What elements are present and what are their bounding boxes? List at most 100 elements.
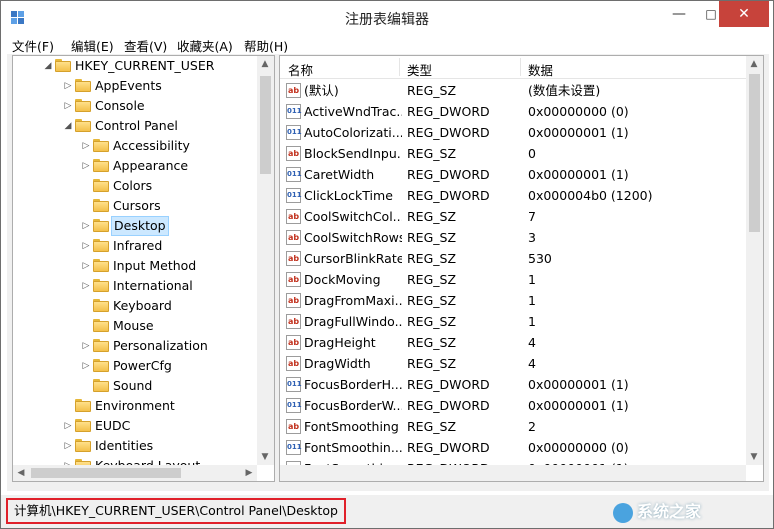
value-type: REG_SZ xyxy=(407,209,457,224)
value-name: FontSmoothing xyxy=(304,419,399,434)
column-divider[interactable] xyxy=(520,58,521,76)
minimize-button[interactable]: — xyxy=(663,1,695,27)
menu-favorites[interactable]: 收藏夹(A) xyxy=(177,36,233,55)
table-row[interactable]: ab DragFromMaxi... REG_SZ 1 xyxy=(280,290,746,311)
expand-arrow-icon[interactable]: ▷ xyxy=(81,356,91,376)
value-name: DragHeight xyxy=(304,335,376,350)
tree-item-label: PowerCfg xyxy=(113,358,172,373)
value-data: 1 xyxy=(528,314,536,329)
tree-horizontal-scrollbar[interactable]: ◀ ▶ xyxy=(13,465,257,481)
watermark-logo-icon xyxy=(613,502,633,523)
menu-bar: 文件(F) 编辑(E) 查看(V) 收藏夹(A) 帮助(H) xyxy=(1,33,773,54)
value-data: 2 xyxy=(528,419,536,434)
column-type[interactable]: 类型 xyxy=(407,60,432,79)
scroll-left-icon[interactable]: ◀ xyxy=(13,465,29,481)
folder-icon xyxy=(75,419,91,432)
table-row[interactable]: ab DragHeight REG_SZ 4 xyxy=(280,332,746,353)
scroll-down-icon[interactable]: ▼ xyxy=(257,449,273,465)
table-row[interactable]: 011 CaretWidth REG_DWORD 0x00000001 (1) xyxy=(280,164,746,185)
column-name[interactable]: 名称 xyxy=(288,60,313,79)
tree-vertical-scrollbar[interactable]: ▲ ▼ xyxy=(257,56,274,465)
binary-value-icon: 011 xyxy=(286,104,302,119)
folder-icon xyxy=(93,199,109,212)
tree-hscroll-thumb[interactable] xyxy=(31,468,181,478)
status-path: 计算机\HKEY_CURRENT_USER\Control Panel\Desk… xyxy=(6,498,346,524)
table-row[interactable]: 011 AutoColorizati... REG_DWORD 0x00000001 … xyxy=(280,122,746,143)
menu-file[interactable]: 文件(F) xyxy=(12,36,54,55)
close-button[interactable]: ✕ xyxy=(719,1,769,27)
scroll-up-icon[interactable]: ▲ xyxy=(746,56,762,72)
binary-value-icon: 011 xyxy=(286,188,302,203)
expand-arrow-icon[interactable]: ▷ xyxy=(81,136,91,156)
table-row[interactable]: ab DragWidth REG_SZ 4 xyxy=(280,353,746,374)
scroll-right-icon[interactable]: ▶ xyxy=(241,465,257,481)
menu-edit[interactable]: 编辑(E) xyxy=(71,36,114,55)
column-data[interactable]: 数据 xyxy=(528,60,553,79)
tree-scroll-thumb[interactable] xyxy=(260,76,271,174)
string-value-icon: ab xyxy=(286,335,301,350)
title-bar[interactable]: 注册表编辑器 — □ ✕ xyxy=(1,1,773,33)
folder-icon xyxy=(75,99,91,112)
table-row[interactable]: 011 ActiveWndTrac... REG_DWORD 0x00000000 (… xyxy=(280,101,746,122)
table-row[interactable]: ab FontSmoothing REG_SZ 2 xyxy=(280,416,746,437)
value-name: ActiveWndTrac... xyxy=(304,104,402,119)
expand-arrow-icon[interactable]: ▷ xyxy=(81,236,91,256)
table-row[interactable]: ab CoolSwitchCol... REG_SZ 7 xyxy=(280,206,746,227)
list-vertical-scrollbar[interactable]: ▲ ▼ xyxy=(746,56,763,465)
table-row[interactable]: 011 FocusBorderW... REG_DWORD 0x00000001 (1… xyxy=(280,395,746,416)
expand-arrow-icon[interactable]: ▷ xyxy=(81,276,91,296)
values-list[interactable]: 名称 类型 数据 ab (默认) REG_SZ (数值未设置) 011 ActiveWnd… xyxy=(279,55,764,482)
table-row[interactable]: ab BlockSendInpu... REG_SZ 0 xyxy=(280,143,746,164)
column-divider[interactable] xyxy=(399,58,400,76)
value-type: REG_SZ xyxy=(407,314,457,329)
collapse-arrow-icon[interactable]: ◢ xyxy=(43,56,53,76)
folder-icon xyxy=(93,159,109,172)
table-row[interactable]: ab DragFullWindo... REG_SZ 1 xyxy=(280,311,746,332)
value-data: 3 xyxy=(528,230,536,245)
table-row[interactable]: 011 ClickLockTime REG_DWORD 0x000004b0 (120… xyxy=(280,185,746,206)
value-name: BlockSendInpu... xyxy=(304,146,402,161)
expand-arrow-icon[interactable]: ▷ xyxy=(63,416,73,436)
folder-icon xyxy=(93,359,109,372)
expand-arrow-icon[interactable]: ▷ xyxy=(81,336,91,356)
expand-arrow-icon[interactable]: ▷ xyxy=(81,256,91,276)
value-data: 4 xyxy=(528,335,536,350)
menu-help[interactable]: 帮助(H) xyxy=(244,36,288,55)
table-row[interactable]: ab CoolSwitchRows REG_SZ 3 xyxy=(280,227,746,248)
key-tree[interactable]: ◢ HKEY_CURRENT_USER ▷ AppEvents ▷ Console ◢ Con… xyxy=(12,55,275,482)
scroll-up-icon[interactable]: ▲ xyxy=(257,56,273,72)
value-type: REG_SZ xyxy=(407,335,457,350)
table-row[interactable]: ab DockMoving REG_SZ 1 xyxy=(280,269,746,290)
list-horizontal-scrollbar[interactable] xyxy=(280,465,746,481)
collapse-arrow-icon[interactable]: ◢ xyxy=(63,116,73,136)
expand-arrow-icon[interactable]: ▷ xyxy=(81,156,91,176)
folder-icon xyxy=(93,299,109,312)
folder-icon xyxy=(75,399,91,412)
value-type: REG_DWORD xyxy=(407,104,490,119)
binary-value-icon: 011 xyxy=(286,398,302,413)
value-data: 0x00000001 (1) xyxy=(528,398,629,413)
list-scroll-thumb[interactable] xyxy=(749,74,760,232)
table-row[interactable]: ab (默认) REG_SZ (数值未设置) xyxy=(280,80,746,101)
binary-value-icon: 011 xyxy=(286,125,302,140)
value-name: ClickLockTime xyxy=(304,188,393,203)
menu-view[interactable]: 查看(V) xyxy=(124,36,167,55)
value-name: CaretWidth xyxy=(304,167,375,182)
table-row[interactable]: ab CursorBlinkRate REG_SZ 530 xyxy=(280,248,746,269)
tree-item-label: Personalization xyxy=(113,338,208,353)
folder-icon xyxy=(93,239,109,252)
tree-item-label: Appearance xyxy=(113,158,189,173)
expand-arrow-icon[interactable]: ▷ xyxy=(81,216,91,236)
scroll-down-icon[interactable]: ▼ xyxy=(746,449,762,465)
value-data: 1 xyxy=(528,293,536,308)
tree-item-label: Mouse xyxy=(113,318,154,333)
value-data: (数值未设置) xyxy=(528,83,601,98)
table-row[interactable]: 011 FontSmoothin... REG_DWORD 0x00000000 (0… xyxy=(280,437,746,458)
expand-arrow-icon[interactable]: ▷ xyxy=(63,76,73,96)
folder-icon xyxy=(93,339,109,352)
expand-arrow-icon[interactable]: ▷ xyxy=(63,96,73,116)
string-value-icon: ab xyxy=(286,293,301,308)
tree-item-label: Cursors xyxy=(113,198,161,213)
expand-arrow-icon[interactable]: ▷ xyxy=(63,436,73,456)
table-row[interactable]: 011 FocusBorderH... REG_DWORD 0x00000001 (1… xyxy=(280,374,746,395)
